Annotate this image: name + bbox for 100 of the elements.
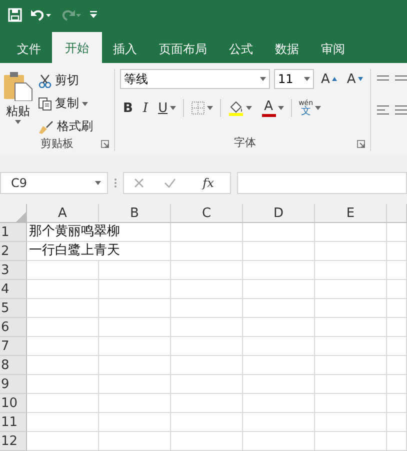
table-cell[interactable] xyxy=(27,318,99,337)
table-cell[interactable] xyxy=(387,413,407,432)
table-cell[interactable] xyxy=(99,375,171,394)
undo-icon[interactable] xyxy=(30,8,52,22)
table-cell[interactable] xyxy=(243,356,315,375)
ribbon-tab[interactable]: 数据 xyxy=(264,35,310,63)
column-header[interactable] xyxy=(387,204,407,223)
table-cell[interactable] xyxy=(171,318,243,337)
table-cell[interactable] xyxy=(243,223,315,242)
table-cell[interactable] xyxy=(315,356,387,375)
table-cell[interactable] xyxy=(315,242,387,261)
table-cell[interactable] xyxy=(387,318,407,337)
table-cell[interactable] xyxy=(243,261,315,280)
launcher-icon[interactable] xyxy=(357,140,365,148)
select-all-corner[interactable] xyxy=(0,204,27,223)
check-icon[interactable] xyxy=(164,178,176,188)
table-cell[interactable] xyxy=(387,280,407,299)
caret-icon[interactable] xyxy=(95,181,101,185)
table-cell[interactable] xyxy=(27,432,99,451)
table-cell[interactable] xyxy=(387,356,407,375)
underline-button[interactable]: U xyxy=(155,98,179,118)
caret-icon[interactable] xyxy=(206,106,213,110)
table-cell[interactable] xyxy=(99,318,171,337)
table-cell[interactable]: 一行白鹭上青天 xyxy=(27,242,171,261)
table-cell[interactable] xyxy=(243,432,315,451)
table-cell[interactable] xyxy=(99,337,171,356)
row-header[interactable]: 1 xyxy=(0,223,27,242)
row-header[interactable]: 3 xyxy=(0,261,27,280)
ribbon-tab[interactable]: 文件 xyxy=(6,35,52,63)
table-cell[interactable] xyxy=(387,261,407,280)
table-cell[interactable] xyxy=(27,413,99,432)
table-cell[interactable] xyxy=(243,280,315,299)
table-cell[interactable] xyxy=(99,413,171,432)
table-cell[interactable] xyxy=(243,242,315,261)
caret-icon[interactable] xyxy=(170,106,176,110)
table-cell[interactable] xyxy=(99,356,171,375)
row-header[interactable]: 11 xyxy=(0,413,27,432)
insert-function-button[interactable]: fx xyxy=(196,175,220,191)
paste-button[interactable]: 粘贴 xyxy=(0,69,36,136)
caret-icon[interactable] xyxy=(278,106,284,110)
table-cell[interactable] xyxy=(99,394,171,413)
launcher-icon[interactable] xyxy=(101,140,109,148)
caret-icon[interactable] xyxy=(82,102,88,106)
copy-button[interactable]: 复制 xyxy=(36,94,95,113)
customize-icon[interactable] xyxy=(90,10,98,20)
table-cell[interactable] xyxy=(315,261,387,280)
table-cell[interactable] xyxy=(243,318,315,337)
table-cell[interactable] xyxy=(99,432,171,451)
ribbon-tab[interactable]: 页面布局 xyxy=(148,35,218,63)
caret-icon[interactable] xyxy=(304,77,310,81)
ribbon-tab[interactable]: 开始 xyxy=(52,32,102,63)
caret-icon[interactable] xyxy=(315,106,322,110)
row-header[interactable]: 8 xyxy=(0,356,27,375)
table-cell[interactable] xyxy=(243,337,315,356)
table-cell[interactable] xyxy=(99,299,171,318)
column-header[interactable]: D xyxy=(243,204,315,223)
table-cell[interactable] xyxy=(243,394,315,413)
caret-icon[interactable] xyxy=(15,120,21,124)
table-cell[interactable] xyxy=(27,280,99,299)
table-cell[interactable] xyxy=(27,337,99,356)
table-cell[interactable] xyxy=(315,337,387,356)
table-cell[interactable] xyxy=(387,223,407,242)
table-cell[interactable] xyxy=(171,242,243,261)
table-cell[interactable] xyxy=(27,356,99,375)
table-cell[interactable] xyxy=(171,432,243,451)
table-cell[interactable] xyxy=(171,337,243,356)
table-cell[interactable] xyxy=(315,375,387,394)
table-cell[interactable] xyxy=(315,413,387,432)
row-header[interactable]: 9 xyxy=(0,375,27,394)
cut-button[interactable]: 剪切 xyxy=(36,71,95,90)
bold-button[interactable]: B xyxy=(120,98,136,118)
table-cell[interactable] xyxy=(315,394,387,413)
column-header[interactable]: A xyxy=(27,204,99,223)
font-color-button[interactable]: A xyxy=(258,98,287,118)
table-cell[interactable] xyxy=(171,280,243,299)
ribbon-tab[interactable]: 审阅 xyxy=(310,35,356,63)
ribbon-tab[interactable]: 插入 xyxy=(102,35,148,63)
row-header[interactable]: 10 xyxy=(0,394,27,413)
table-cell[interactable] xyxy=(315,432,387,451)
table-cell[interactable] xyxy=(387,337,407,356)
save-icon[interactable] xyxy=(8,8,22,22)
row-header[interactable]: 12 xyxy=(0,432,27,451)
ribbon-tab[interactable]: 公式 xyxy=(218,35,264,63)
table-cell[interactable] xyxy=(27,375,99,394)
table-cell[interactable] xyxy=(387,375,407,394)
table-cell[interactable] xyxy=(315,223,387,242)
table-cell[interactable] xyxy=(171,356,243,375)
table-cell[interactable]: 那个黄丽鸣翠柳 xyxy=(27,223,171,242)
table-cell[interactable] xyxy=(171,375,243,394)
name-box[interactable]: C9 xyxy=(0,172,108,194)
table-cell[interactable] xyxy=(243,299,315,318)
table-cell[interactable] xyxy=(27,394,99,413)
caret-icon[interactable] xyxy=(260,77,266,81)
table-cell[interactable] xyxy=(315,299,387,318)
font-size-field[interactable]: 11 xyxy=(274,69,314,89)
table-cell[interactable] xyxy=(171,299,243,318)
table-cell[interactable] xyxy=(387,299,407,318)
column-header[interactable]: E xyxy=(315,204,387,223)
row-header[interactable]: 2 xyxy=(0,242,27,261)
formula-input[interactable] xyxy=(237,172,407,194)
